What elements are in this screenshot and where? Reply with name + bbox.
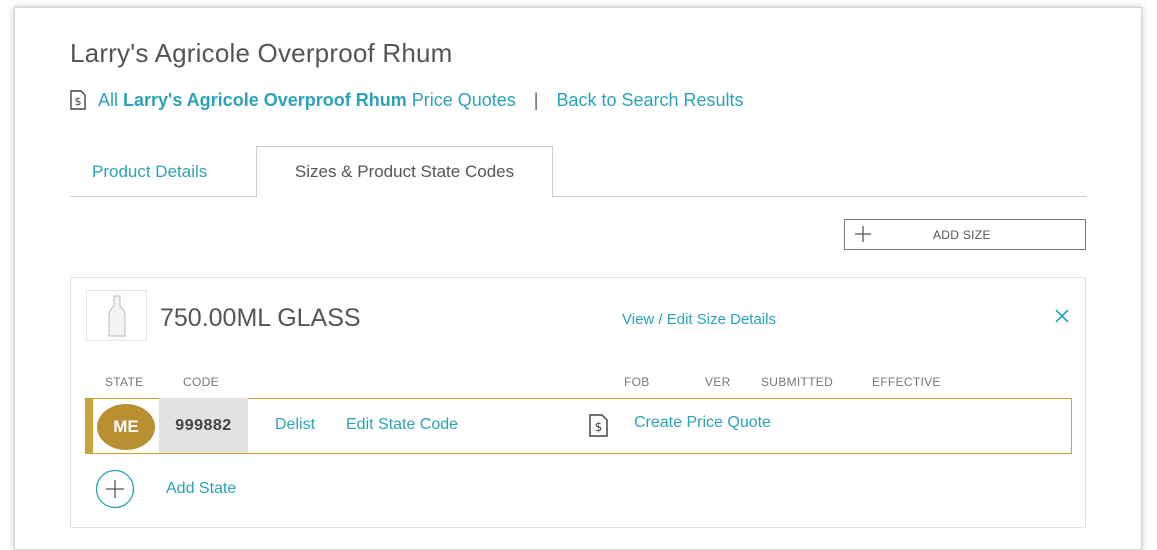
view-edit-size-link[interactable]: View / Edit Size Details (622, 311, 776, 328)
add-state-label: Add State (166, 480, 237, 497)
breadcrumb: $ All Larry's Agricole Overproof Rhum Pr… (70, 88, 744, 112)
size-name: 750.00ML GLASS (160, 304, 361, 332)
price-quote-icon: $ (589, 414, 608, 437)
edit-state-code-link[interactable]: Edit State Code (346, 416, 458, 434)
add-size-button[interactable]: ADD SIZE (844, 219, 1086, 250)
price-document-icon: $ (70, 90, 86, 110)
tab-sizes-state-codes[interactable]: Sizes & Product State Codes (256, 146, 553, 198)
add-state-button[interactable]: Add State (95, 469, 236, 509)
page-title: Larry's Agricole Overproof Rhum (70, 38, 453, 68)
back-to-search-link[interactable]: Back to Search Results (556, 90, 743, 111)
svg-text:$: $ (75, 95, 82, 108)
plus-circle-icon (95, 469, 135, 509)
column-header-submitted: SUBMITTED (761, 375, 834, 389)
column-header-code: CODE (183, 375, 219, 389)
state-row: ME 999882 Delist Edit State Code $ Creat… (85, 398, 1072, 454)
plus-icon (855, 226, 871, 242)
state-badge: ME (97, 404, 155, 450)
size-thumbnail (86, 290, 147, 341)
bottle-icon (108, 295, 125, 336)
breadcrumb-separator: | (533, 89, 539, 110)
all-suffix: Price Quotes (411, 89, 516, 110)
product-name-link-text: Larry's Agricole Overproof Rhum (123, 89, 407, 110)
column-header-effective: EFFECTIVE (872, 375, 941, 389)
column-header-state: STATE (105, 375, 144, 389)
all-price-quotes-link[interactable]: All Larry's Agricole Overproof Rhum Pric… (98, 90, 516, 111)
all-prefix: All (98, 89, 119, 110)
size-card: 750.00ML GLASS View / Edit Size Details … (70, 277, 1086, 528)
delist-link[interactable]: Delist (275, 416, 315, 434)
tab-bar: Product Details Sizes & Product State Co… (70, 146, 1086, 198)
create-price-quote-link[interactable]: Create Price Quote (634, 414, 771, 432)
state-code: 999882 (159, 398, 248, 453)
tab-product-details[interactable]: Product Details (92, 146, 207, 197)
add-size-label: ADD SIZE (933, 228, 991, 242)
column-header-fob: FOB (624, 375, 650, 389)
close-icon[interactable] (1054, 308, 1070, 324)
column-header-ver: VER (705, 375, 731, 389)
svg-text:$: $ (595, 420, 603, 434)
